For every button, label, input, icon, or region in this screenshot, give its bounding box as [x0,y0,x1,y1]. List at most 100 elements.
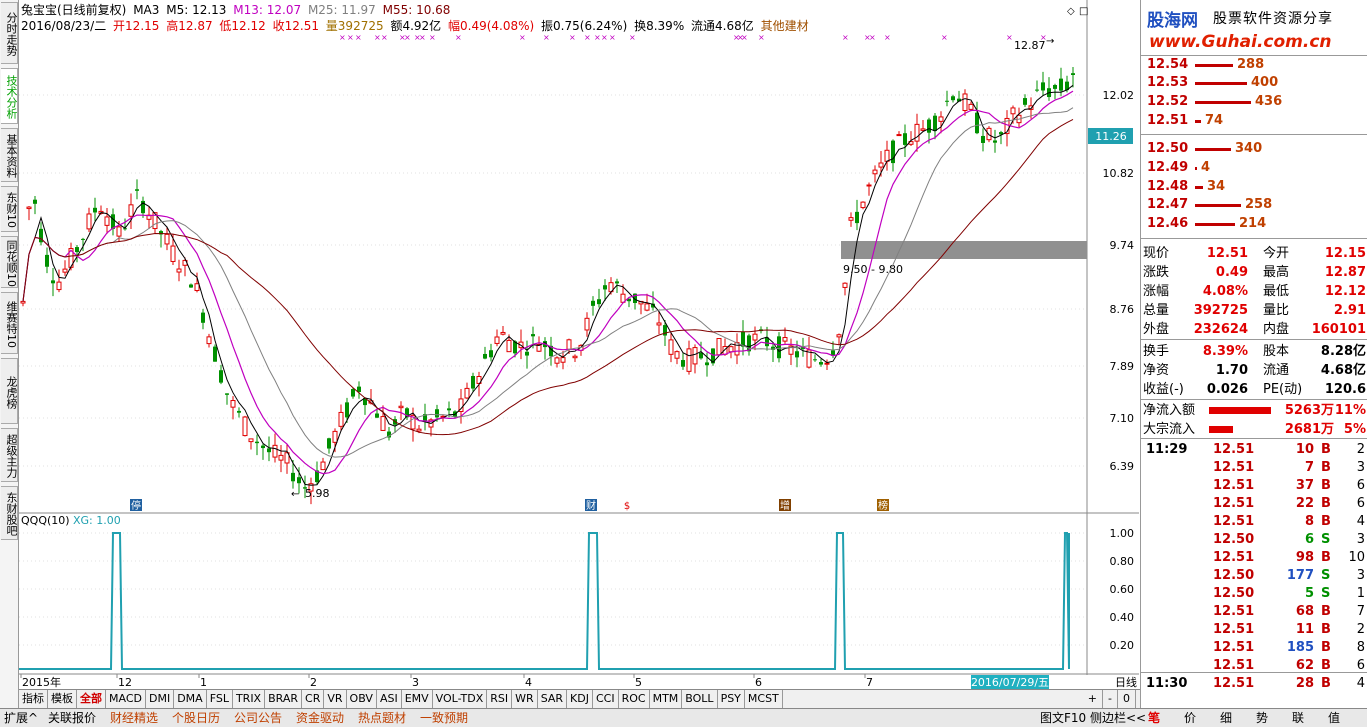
flow-bar [1209,426,1233,433]
left-tab-5[interactable]: 维赛特10 [1,292,18,354]
indicator-tab-macd[interactable]: MACD [106,690,146,708]
indicator-tab-trix[interactable]: TRIX [233,690,266,708]
tick-row: 11:29 12.51 10 B 2 [1141,441,1367,459]
quote-label: 最高 [1263,265,1290,280]
panel-tab-4[interactable]: 联 [1292,709,1304,727]
quote-label: 流通 [1263,363,1290,378]
sell-level[interactable]: 12.51 74 [1141,112,1367,130]
time-axis-label: 2015年 [22,675,61,689]
bottom-link-0[interactable]: 扩展^ [4,709,38,727]
time-axis-label: 2 [310,676,317,689]
left-tab-3[interactable]: 东财10 [1,186,18,232]
indicator-tab-cr[interactable]: CR [302,690,325,708]
buy-level[interactable]: 12.47 258 [1141,196,1367,214]
candle-body [1023,98,1027,105]
indicator-tab-vol-tdx[interactable]: VOL-TDX [433,690,488,708]
indicator-tab-mtm[interactable]: MTM [650,690,683,708]
indicator-tab-emv[interactable]: EMV [402,690,433,708]
zoom-button-0[interactable]: + [1083,690,1104,708]
indicator-tab-obv[interactable]: OBV [347,690,377,708]
indicator-tab-asi[interactable]: ASI [377,690,402,708]
indicator-tab-kdj[interactable]: KDJ [567,690,593,708]
panel-tab-5[interactable]: 值 [1328,709,1340,727]
panel-tab-2[interactable]: 细 [1220,709,1232,727]
panel-tab-1[interactable]: 价 [1184,709,1196,727]
candle-body [464,387,470,399]
indicator-tab-dma[interactable]: DMA [174,690,207,708]
indicator-tab-rsi[interactable]: RSI [487,690,513,708]
sell-level[interactable]: 12.53 400 [1141,74,1367,92]
indicator-tab-dmi[interactable]: DMI [146,690,175,708]
panel-tab-3[interactable]: 势 [1256,709,1268,727]
sidebar-toggle[interactable]: 侧边栏<< [1090,709,1146,727]
candle-body [416,428,422,432]
candle-body [272,444,278,458]
bottom-link-2[interactable]: 财经精选 [110,709,158,727]
sell-level[interactable]: 12.54 288 [1141,56,1367,74]
indicator-tab-sar[interactable]: SAR [538,690,568,708]
kline-svg[interactable]: 12.0210.829.748.767.897.106.39◇ □11.269.5… [19,0,1139,690]
indicator-tab-模板[interactable]: 模板 [48,690,77,708]
candle-body [506,339,512,353]
candle-body [213,346,217,362]
indicator-tab-bar: 指标 模板 全部 MACD DMI DMA FSL TRIX BRAR CR VR OBV ASI EMV… [19,689,1140,708]
left-tab-0[interactable]: 分时走势 [1,2,18,64]
volume-bar [1195,167,1197,170]
candle-body [1035,89,1039,91]
indicator-tab-cci[interactable]: CCI [593,690,619,708]
candle-body [962,93,968,112]
f10-button[interactable]: 图文F10 [1040,709,1086,727]
bottom-link-1[interactable]: 关联报价 [48,709,96,727]
indicator-tab-psy[interactable]: PSY [718,690,745,708]
left-tab-8[interactable]: 东财股吧 [1,486,18,540]
sell-qty: 288 [1237,57,1265,72]
sector-label[interactable]: 其他建材 [761,19,809,33]
buy-level[interactable]: 12.50 340 [1141,140,1367,158]
indicator-tab-mcst[interactable]: MCST [745,690,783,708]
tick-row: 12.51 22 B 6 [1141,495,1367,513]
sell-level[interactable]: 12.52 436 [1141,93,1367,111]
quote-value: 1.70 [1215,363,1248,378]
bottom-link-3[interactable]: 个股日历 [172,709,220,727]
price-axis-label: 7.89 [1110,360,1135,373]
quote-value: 392725 [1193,303,1248,318]
bottom-link-7[interactable]: 一致预期 [420,709,468,727]
tick-side: B [1321,622,1331,637]
left-tab-6[interactable]: 龙虎榜 [1,358,18,424]
left-tab-2[interactable]: 基本资料 [1,128,18,182]
indicator-tab-boll[interactable]: BOLL [682,690,718,708]
quote-panel: 股海网 股票软件资源分享 www.Guhai.com.cn 12.54 288 12… [1140,0,1367,708]
left-tab-7[interactable]: 超级主力 [1,428,18,482]
bottom-link-4[interactable]: 公司公告 [234,709,282,727]
tick-price: 12.51 [1213,442,1255,457]
indicator-title: QQQ(10) [21,514,70,527]
indicator-tab-指标[interactable]: 指标 [19,690,48,708]
left-tab-4[interactable]: 同花顺10 [1,236,18,288]
indicator-tab-vr[interactable]: VR [324,690,347,708]
signal-marker: × [519,33,526,42]
buy-level[interactable]: 12.48 34 [1141,178,1367,196]
indicator-tab-brar[interactable]: BRAR [265,690,303,708]
candle-body [699,352,703,359]
zoom-button-2[interactable]: 0 [1118,690,1136,708]
price-axis-label: 7.10 [1110,412,1135,425]
indicator-tab-roc[interactable]: ROC [619,690,650,708]
indicator-tab-wr[interactable]: WR [512,690,538,708]
panel-tab-0[interactable]: 笔 [1148,709,1160,727]
zoom-button-1[interactable]: - [1103,690,1118,708]
quote-value: 12.12 [1324,284,1366,299]
quote-label: 量比 [1263,303,1290,318]
bottom-link-6[interactable]: 热点题材 [358,709,406,727]
candle-body [267,448,271,453]
tick-qty: 7 [1304,460,1314,475]
kline-chart-area[interactable]: 12.02 10.82 9.74 8.76 7.89 7.10 6.39 ◇ □ 11.26 9.5… [19,0,1139,690]
bottom-link-5[interactable]: 资金驱动 [296,709,344,727]
buy-level[interactable]: 12.49 4 [1141,159,1367,177]
indicator-tab-fsl[interactable]: FSL [207,690,233,708]
candle-body [824,362,830,365]
tick-side: S [1321,532,1331,547]
indicator-tab-全部[interactable]: 全部 [77,690,106,708]
left-tab-1[interactable]: 技术分析 [1,68,18,124]
buy-level[interactable]: 12.46 214 [1141,215,1367,233]
candle-body [278,454,284,461]
